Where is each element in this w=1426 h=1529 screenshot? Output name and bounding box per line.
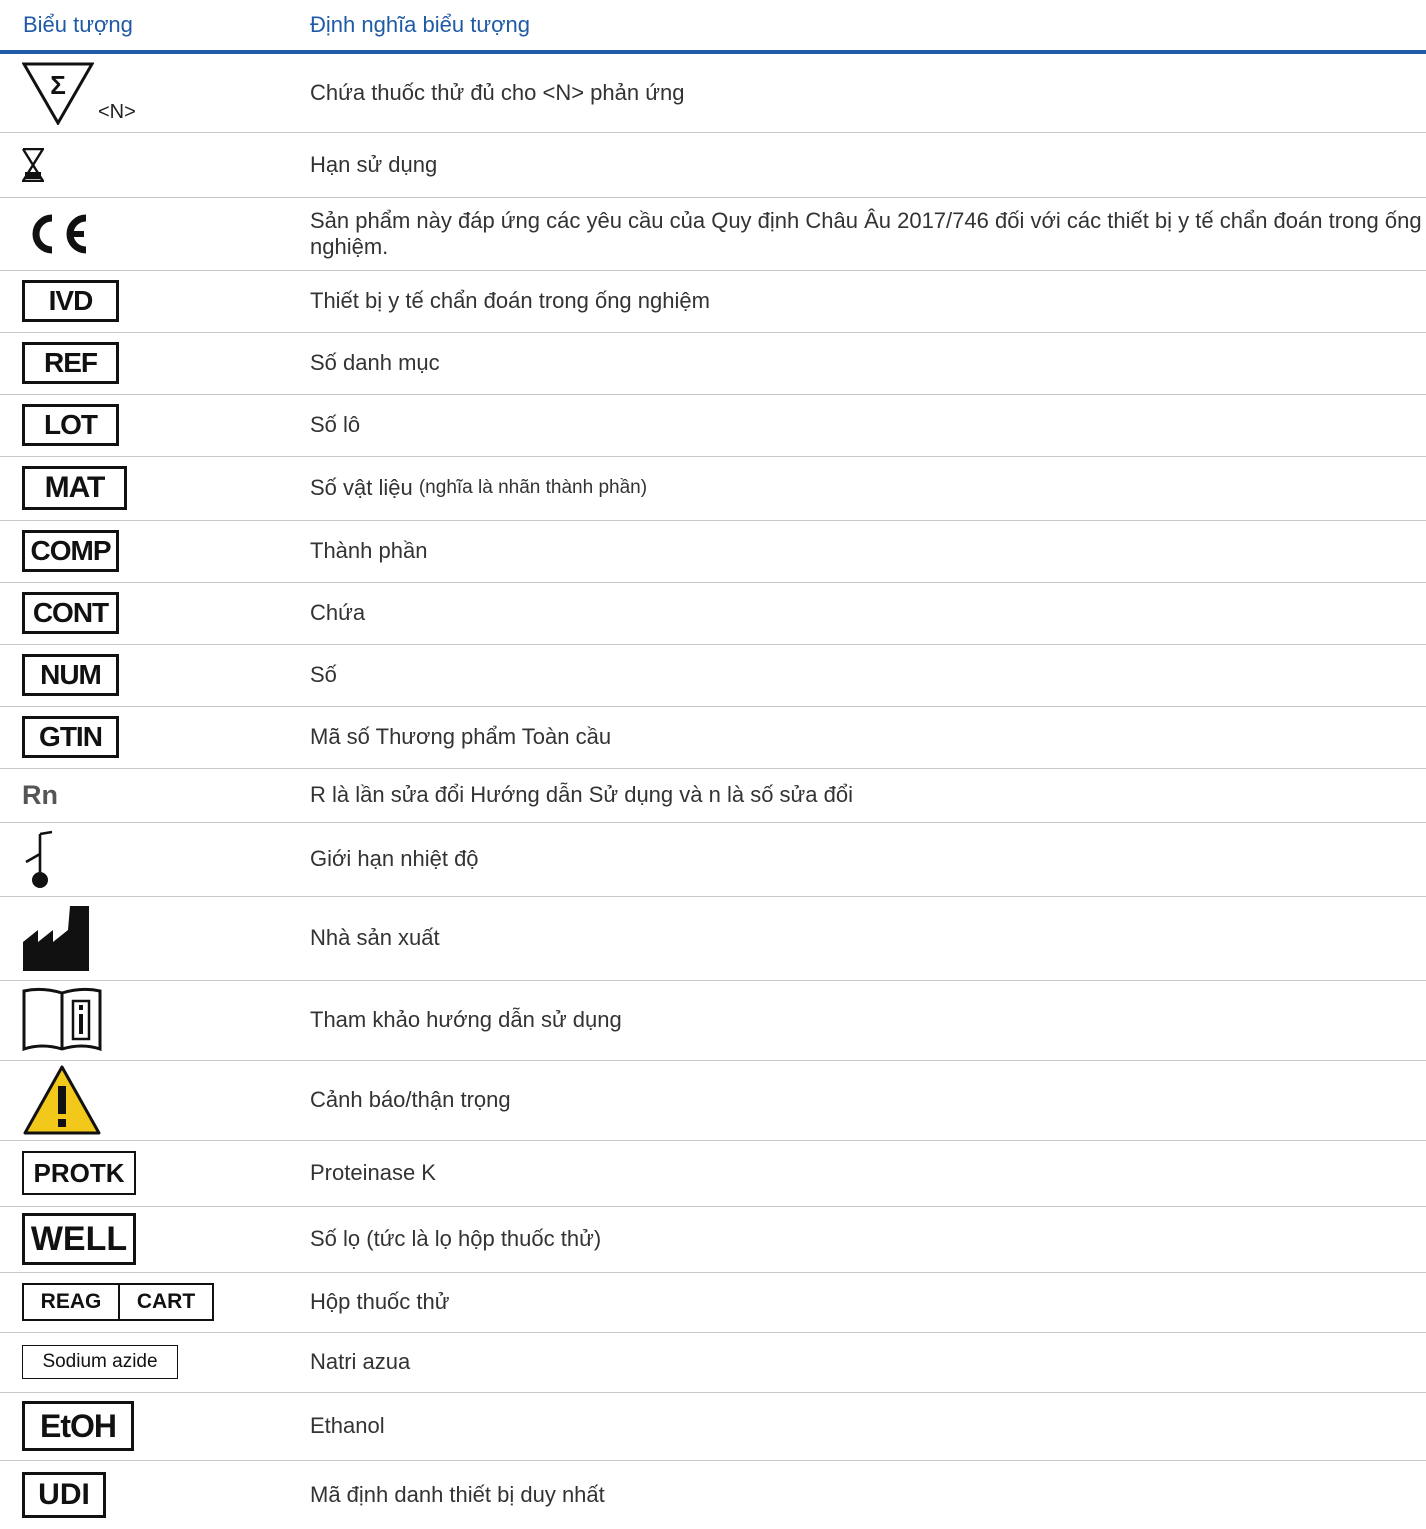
definition: Hộp thuốc thử [310,1289,450,1314]
reag-label: REAG [24,1285,120,1319]
comp-symbol: COMP [22,530,119,572]
definition: Tham khảo hướng dẫn sử dụng [310,1007,622,1032]
table-row: EtOH Ethanol [0,1392,1426,1461]
table-row: MAT Số vật liệu (nghĩa là nhãn thành phầ… [0,456,1426,521]
definition: Số lọ (tức là lọ hộp thuốc thử) [310,1226,602,1251]
definition: Nhà sản xuất [310,925,440,950]
svg-text:Σ: Σ [50,70,66,100]
definition: Hạn sử dụng [310,151,438,177]
hourglass-icon [22,147,44,182]
reag-cart-symbol: REAG CART [22,1283,214,1321]
gtin-symbol: GTIN [22,716,119,758]
table-row: UDI Mã định danh thiết bị duy nhất [0,1460,1426,1529]
cont-symbol: CONT [22,592,119,634]
udi-symbol: UDI [22,1471,106,1518]
sodium-azide-symbol: Sodium azide [22,1345,178,1379]
factory-icon [23,906,89,971]
table-row: Sodium azide Natri azua [0,1332,1426,1393]
definition-note: (nghĩa là nhãn thành phần) [418,477,648,498]
definition: Chứa thuốc thử đủ cho <N> phản ứng [310,80,685,105]
definition: Thiết bị y tế chẩn đoán trong ống nghiệm [310,288,710,313]
table-row: Cảnh báo/thận trọng [0,1060,1426,1141]
ce-mark-icon [32,214,87,253]
table-row: COMP Thành phần [0,520,1426,583]
table-row: Nhà sản xuất [0,896,1426,981]
definition: Ethanol [310,1413,385,1438]
symbol-note: <N> [98,100,136,123]
table-row: NUM Số [0,644,1426,707]
book-info-icon [22,987,102,1052]
table-row: Σ <N> Chứa thuốc thử đủ cho <N> phản ứng [0,54,1426,133]
mat-symbol: MAT [22,466,127,510]
table-row: PROTK Proteinase K [0,1140,1426,1207]
definition: Natri azua [310,1349,411,1374]
definition: Số [310,662,337,687]
table-header: Biểu tượng Định nghĩa biểu tượng [0,0,1426,54]
definition: Proteinase K [310,1160,436,1185]
well-symbol: WELL [22,1213,136,1265]
ref-symbol: REF [22,342,119,384]
etoh-symbol: EtOH [22,1401,134,1451]
table-row: LOT Số lô [0,394,1426,457]
protk-symbol: PROTK [22,1151,136,1195]
cart-label: CART [136,1290,196,1313]
definition: Mã định danh thiết bị duy nhất [310,1481,605,1507]
table-row: Sản phẩm này đáp ứng các yêu cầu của Quy… [0,197,1426,271]
header-definition: Định nghĩa biểu tượng [310,12,530,37]
table-row: WELL Số lọ (tức là lọ hộp thuốc thử) [0,1206,1426,1273]
table-row: Rn R là lần sửa đổi Hướng dẫn Sử dụng và… [0,768,1426,823]
definition: Số vật liệu [310,475,413,500]
definition: R là lần sửa đổi Hướng dẫn Sử dụng và n … [310,782,853,807]
definition: Số danh mục [310,350,440,375]
table-row: IVD Thiết bị y tế chẩn đoán trong ống ng… [0,270,1426,333]
table-row: GTIN Mã số Thương phẩm Toàn cầu [0,706,1426,769]
ivd-symbol: IVD [22,280,119,322]
sigma-triangle-icon: Σ [22,62,94,125]
table-row: Hạn sử dụng [0,132,1426,198]
definition: Sản phẩm này đáp ứng các yêu cầu của Quy… [310,207,1422,259]
table-row: REF Số danh mục [0,332,1426,395]
definition: Chứa [310,600,366,625]
lot-symbol: LOT [22,404,119,446]
warning-triangle-icon [23,1065,101,1135]
header-symbol: Biểu tượng [23,12,133,37]
num-symbol: NUM [22,654,119,696]
definition: Giới hạn nhiệt độ [310,846,479,871]
definition: Cảnh báo/thận trọng [310,1087,511,1112]
thermometer-icon [25,830,53,888]
table-row: CONT Chứa [0,582,1426,645]
table-row: Tham khảo hướng dẫn sử dụng [0,980,1426,1061]
definition: Số lô [310,412,361,437]
table-row: REAG CART Hộp thuốc thử [0,1272,1426,1333]
rn-symbol: Rn [22,779,58,810]
definition: Thành phần [310,538,428,563]
table-row: Giới hạn nhiệt độ [0,822,1426,897]
definition: Mã số Thương phẩm Toàn cầu [310,724,612,749]
